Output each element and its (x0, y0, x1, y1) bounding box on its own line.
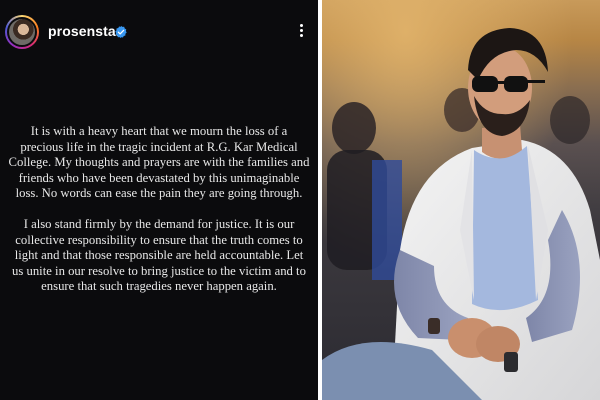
more-vertical-icon[interactable] (296, 22, 306, 42)
story-message: It is with a heavy heart that we mourn t… (8, 124, 310, 310)
wristwatch (504, 352, 518, 372)
event-photo (322, 0, 600, 400)
sunglasses-arm (527, 80, 545, 83)
background-person-1 (332, 102, 376, 154)
story-paragraph-2: I also stand firmly by the demand for ju… (12, 216, 306, 294)
photo-illustration (322, 0, 600, 400)
avatar[interactable] (7, 17, 37, 47)
story-header: prosenstar (0, 0, 318, 64)
verified-badge-icon (115, 25, 127, 39)
sunglasses-bridge (497, 81, 505, 84)
username[interactable]: prosenstar (48, 23, 121, 39)
story-screenshot: prosenstar It is with a heavy heart that… (0, 0, 318, 400)
sunglasses-left-lens (472, 76, 498, 92)
blue-tshirt (472, 146, 538, 311)
sunglasses-right-lens (504, 76, 528, 92)
bracelet (428, 318, 440, 334)
story-paragraph-1: It is with a heavy heart that we mourn t… (8, 124, 310, 201)
profile-avatar-ring[interactable] (5, 15, 39, 49)
background-person-3 (550, 96, 590, 144)
